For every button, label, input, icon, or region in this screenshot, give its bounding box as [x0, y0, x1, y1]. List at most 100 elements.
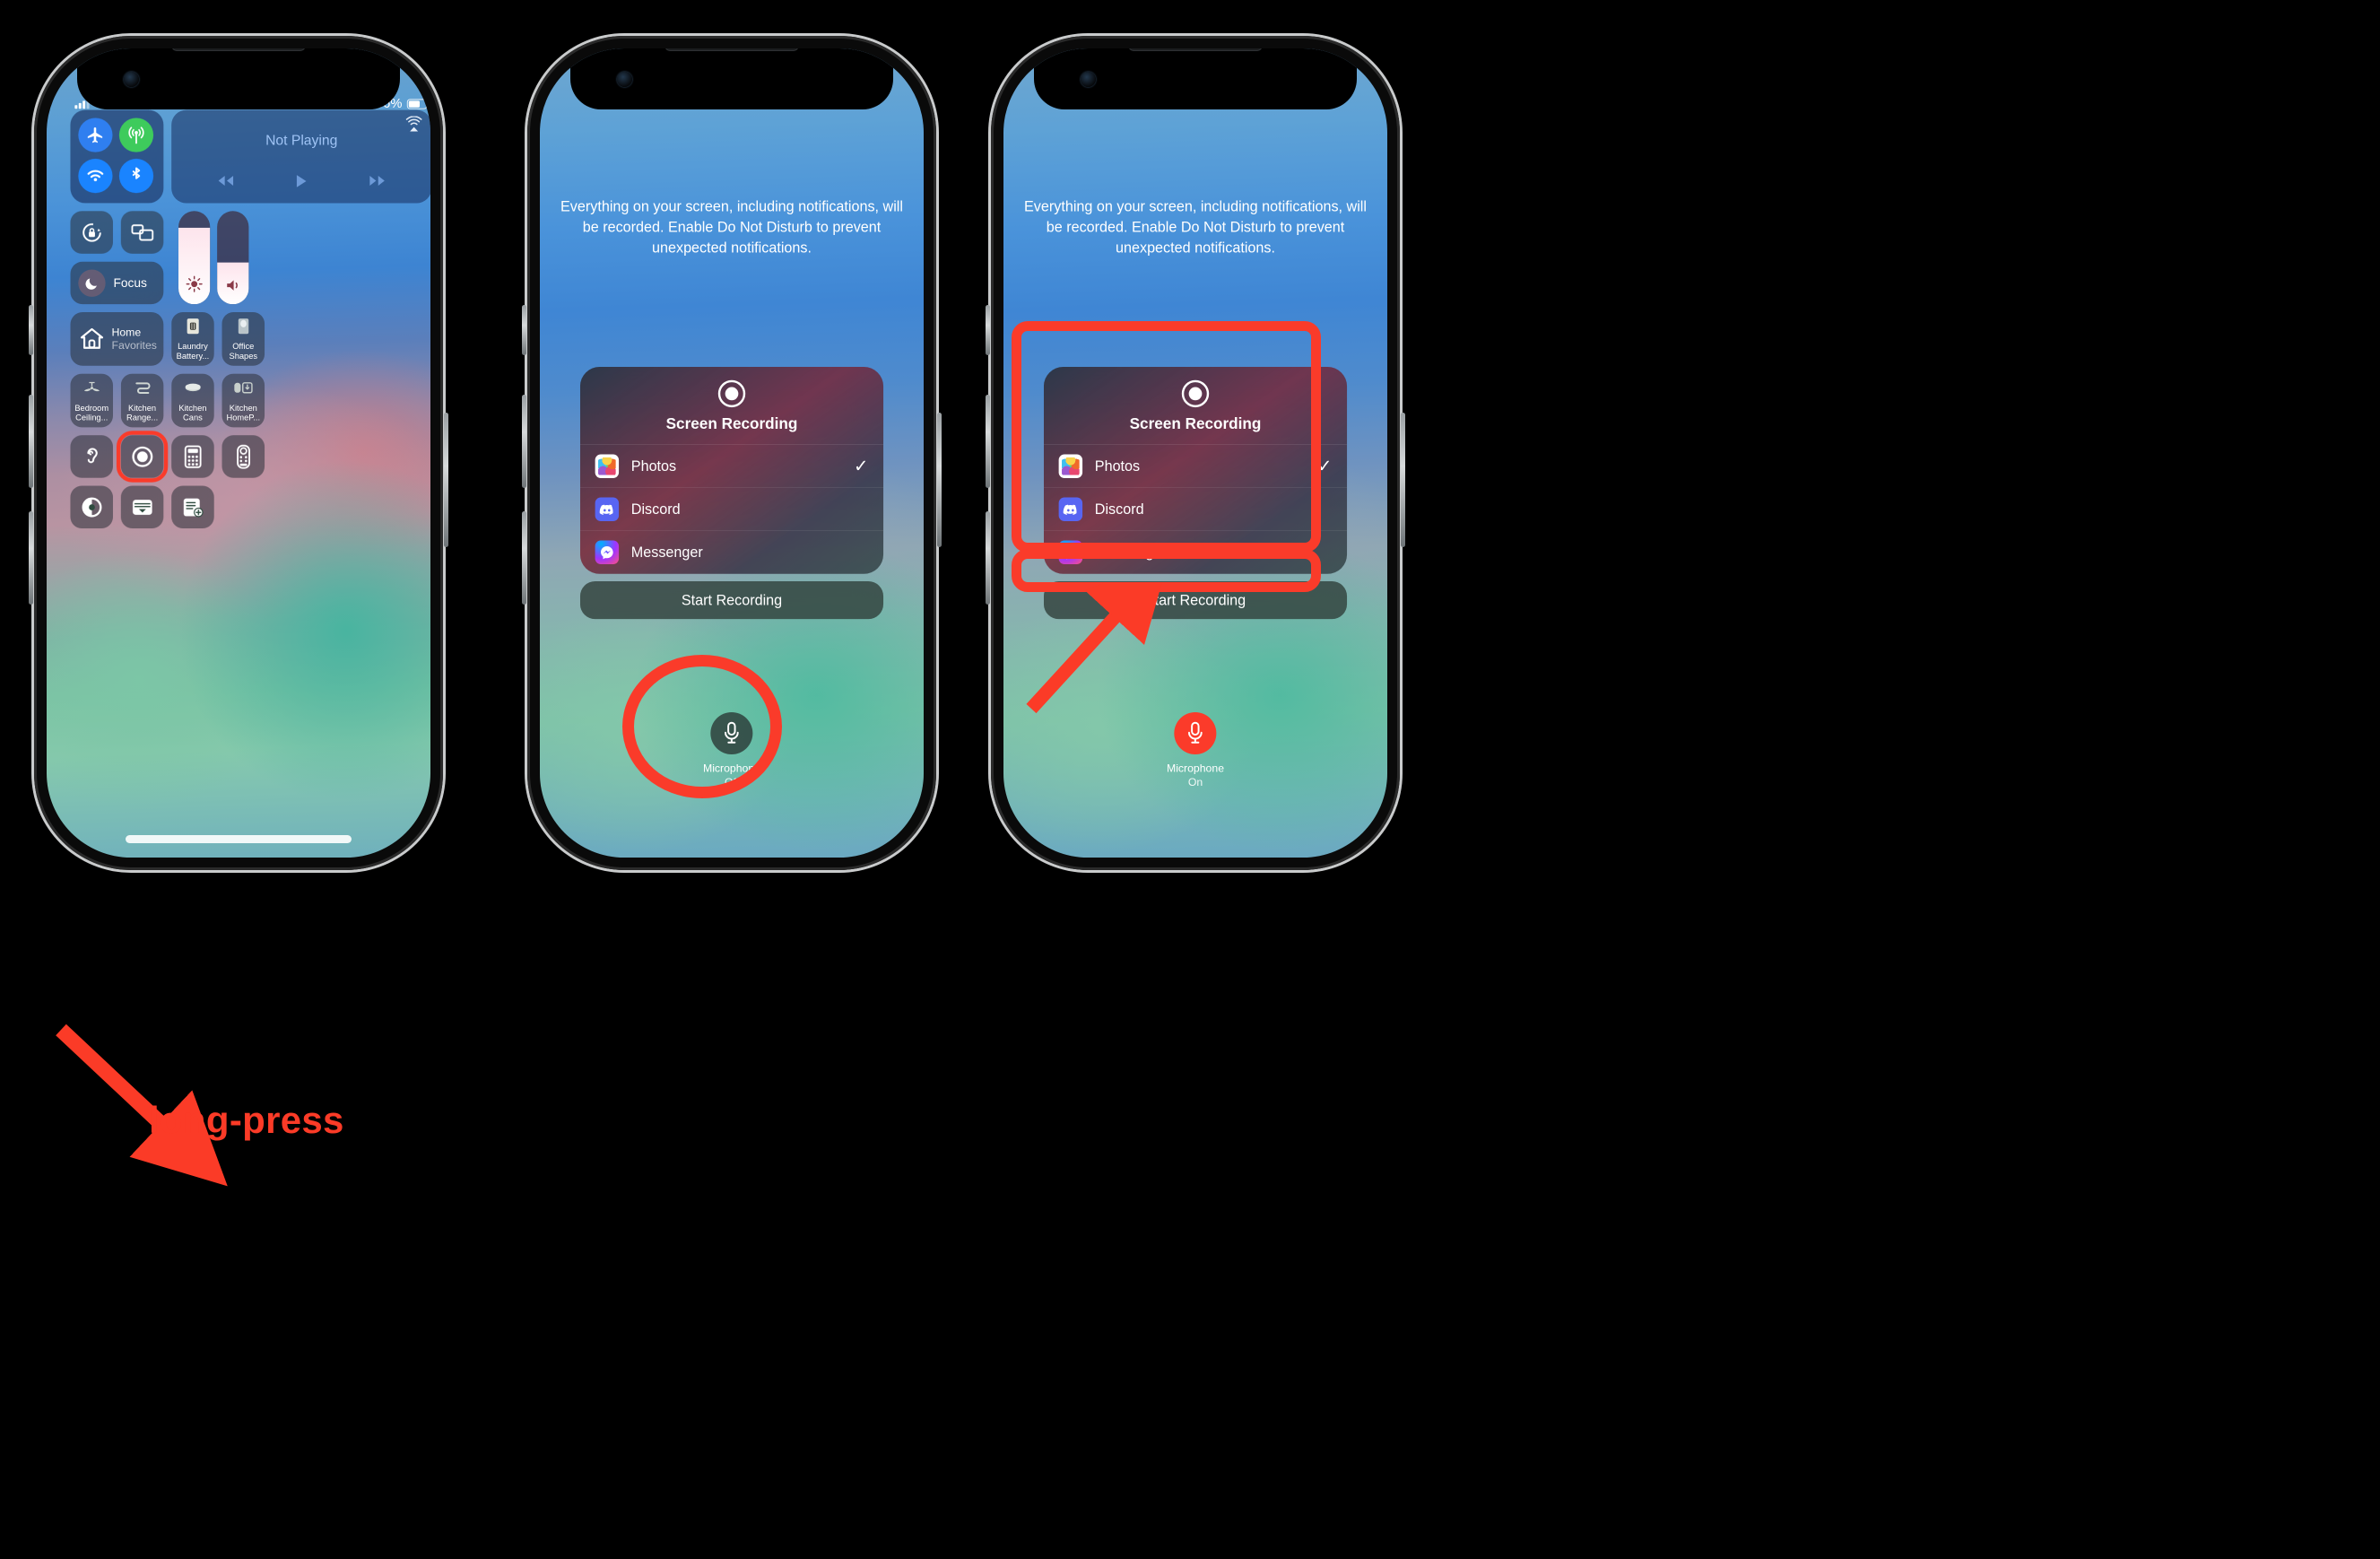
- cc-row-second: Focus: [70, 211, 430, 305]
- forward-button[interactable]: [368, 174, 388, 191]
- calculator-button[interactable]: [171, 435, 214, 478]
- focus-toggle[interactable]: Focus: [70, 261, 164, 305]
- accessory-name2: Ceiling...: [75, 413, 109, 423]
- sheet-title: Screen Recording: [665, 414, 798, 433]
- volume-down-button[interactable]: [29, 511, 33, 605]
- cc-row-top: Not Playing: [70, 109, 430, 204]
- microphone-control-on[interactable]: Microphone On: [1167, 712, 1224, 788]
- microphone-state: On: [1187, 775, 1203, 788]
- brightness-icon: [178, 275, 210, 293]
- moon-icon: [78, 269, 106, 297]
- notes-button[interactable]: [171, 485, 214, 529]
- focus-label: Focus: [113, 275, 147, 290]
- wifi-toggle[interactable]: [78, 158, 113, 194]
- cellular-icon: [128, 126, 144, 144]
- volume-down-button[interactable]: [986, 511, 990, 605]
- battery-icon: [406, 99, 430, 109]
- apple-tv-remote-button[interactable]: [221, 435, 265, 478]
- dark-mode-button[interactable]: [70, 485, 113, 529]
- earpiece-speaker: [1128, 48, 1263, 51]
- start-recording-label: Start Recording: [681, 591, 783, 608]
- destination-label: Photos: [630, 457, 677, 475]
- phone-1-screen: Verizon 66%: [47, 48, 430, 858]
- discord-app-icon: [595, 497, 620, 521]
- accessory-name: Kitchen: [128, 404, 157, 414]
- connectivity-module: [70, 109, 164, 204]
- destination-label: Messenger: [630, 544, 703, 561]
- microphone-highlight-ellipse: [622, 655, 782, 798]
- screen-mirroring-icon: [131, 223, 153, 241]
- messenger-app-icon: [595, 540, 620, 565]
- media-module[interactable]: Not Playing: [171, 109, 430, 204]
- record-circle-icon: [717, 379, 746, 408]
- destination-list-highlight: [1012, 321, 1321, 553]
- airplane-icon: [87, 126, 103, 144]
- rewind-button[interactable]: [215, 174, 236, 191]
- accessory-name: Kitchen: [178, 404, 207, 414]
- rotation-lock-toggle[interactable]: [70, 211, 113, 254]
- microphone-toggle[interactable]: [1174, 712, 1217, 755]
- hearing-icon: [87, 448, 98, 464]
- ceiling-fan-icon: [82, 379, 101, 396]
- accessory-office[interactable]: Office Shapes: [221, 312, 265, 366]
- list-item[interactable]: Messenger: [580, 531, 883, 574]
- sheet-header: Screen Recording: [580, 367, 883, 444]
- notch: [570, 48, 893, 109]
- accessory-laundry[interactable]: Laundry Battery...: [171, 312, 214, 366]
- accessory-kitchen-range[interactable]: Kitchen Range...: [120, 373, 164, 428]
- bluetooth-toggle[interactable]: [118, 158, 154, 194]
- accessory-bedroom-ceiling[interactable]: Bedroom Ceiling...: [70, 373, 113, 428]
- screen-mirroring-button[interactable]: [120, 211, 164, 254]
- brightness-slider[interactable]: [178, 211, 211, 305]
- volume-slider[interactable]: [217, 211, 249, 305]
- home-tile[interactable]: Home Favorites: [70, 312, 164, 366]
- notes-icon: [183, 498, 204, 518]
- home-subtitle: Favorites: [111, 339, 157, 353]
- range-hood-icon: [134, 379, 152, 396]
- wallet-button[interactable]: [120, 485, 164, 529]
- power-button[interactable]: [1401, 413, 1405, 547]
- airplane-mode-toggle[interactable]: [78, 118, 113, 152]
- apple-tv-remote-icon: [236, 444, 250, 469]
- dark-mode-icon: [82, 497, 102, 518]
- play-button[interactable]: [294, 174, 309, 191]
- volume-icon: [217, 278, 248, 293]
- list-item[interactable]: Photos ✓: [579, 445, 884, 488]
- wifi-icon: [87, 170, 104, 182]
- list-item[interactable]: Discord: [579, 488, 884, 531]
- long-press-arrow: [56, 1023, 228, 1187]
- photos-app-icon: [595, 454, 620, 478]
- cellular-data-toggle[interactable]: [118, 118, 154, 152]
- accessory-kitchen-cans[interactable]: Kitchen Cans: [171, 373, 214, 428]
- volume-down-button[interactable]: [522, 511, 526, 605]
- front-camera: [617, 72, 632, 87]
- home-icon: [80, 327, 104, 349]
- accessory-kitchen-homepod[interactable]: Kitchen HomeP...: [221, 373, 265, 428]
- accessory-name2: Cans: [183, 413, 203, 423]
- front-camera: [1081, 72, 1096, 87]
- start-recording-highlight: [1012, 549, 1321, 592]
- power-button[interactable]: [444, 413, 448, 547]
- accessory-name2: Range...: [126, 413, 159, 423]
- bluetooth-icon: [132, 167, 141, 179]
- cc-row-accessories: Bedroom Ceiling... Kitchen Range... Kitc…: [70, 373, 430, 428]
- lamp-icon: [236, 318, 250, 335]
- power-button[interactable]: [937, 413, 942, 547]
- media-controls: [171, 174, 430, 191]
- accessory-name: Bedroom: [74, 404, 109, 414]
- notch: [1034, 48, 1357, 109]
- rotation-lock-icon: [82, 222, 101, 242]
- sliders-group: [178, 211, 249, 305]
- home-indicator: [126, 835, 352, 843]
- screen-record-button[interactable]: [116, 431, 169, 483]
- destination-label: Discord: [630, 501, 681, 518]
- checkmark-icon: ✓: [853, 456, 869, 476]
- accessory-name2: HomeP...: [226, 413, 261, 423]
- airplay-icon[interactable]: [404, 116, 424, 137]
- recording-notice: Everything on your screen, including not…: [1024, 197, 1367, 257]
- hearing-button[interactable]: [70, 435, 113, 478]
- wallet-icon: [132, 499, 152, 515]
- media-title: Not Playing: [265, 132, 338, 148]
- start-recording-button[interactable]: Start Recording: [579, 581, 884, 620]
- microphone-icon: [1188, 721, 1203, 744]
